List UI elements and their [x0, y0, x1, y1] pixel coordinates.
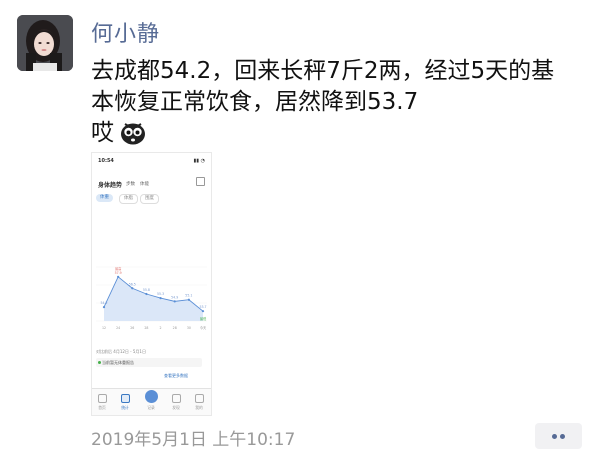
- segment-bodyfat: 体脂: [119, 194, 138, 204]
- subtab: 体能: [140, 182, 149, 187]
- tab-discover: 发现: [168, 394, 184, 411]
- author-name[interactable]: 何小静: [91, 16, 160, 48]
- more-dot-icon: [552, 434, 557, 439]
- attached-screenshot-image[interactable]: 10:54 ▮▮ ◔ 身体趋势 步数 体能 体重 体脂 围度 54.2 12 57.…: [91, 152, 212, 416]
- shocked-face-emoji-icon: [120, 121, 146, 154]
- more-data-link: 查看更多数据: [164, 373, 188, 378]
- chart-point: [102, 305, 106, 309]
- data-label: 57.9: [115, 271, 122, 275]
- peak-label: 最高: [115, 266, 121, 271]
- post-text: 去成都54.2，回来长秤7斤2两，经过5天的基 本恢复正常饮食，居然降到53.7…: [91, 56, 591, 154]
- post-text-line-3: 哎: [91, 120, 114, 146]
- x-tick-label: 12: [102, 326, 106, 330]
- tip-text: 当前暂无体重报告: [96, 358, 202, 367]
- chart-point: [131, 287, 134, 290]
- tab-label: 发现: [172, 405, 180, 410]
- plus-icon: [144, 390, 158, 403]
- post-text-line: 哎: [91, 118, 591, 154]
- avatar-photo: [17, 15, 73, 71]
- segment-girth: 围度: [140, 194, 159, 204]
- x-tick-label: 30: [187, 326, 191, 330]
- data-label: 55.1: [185, 294, 192, 298]
- tab-label: 记录: [147, 405, 155, 410]
- data-label: 55.3: [157, 292, 164, 296]
- x-tick-label: 24: [116, 326, 120, 330]
- chart-icon: [120, 394, 130, 403]
- weight-trend-chart: 54.2 12 57.9 24 56.5 26 55.8 28 55.3 2 54.9 28 55.1 3…: [96, 266, 207, 330]
- chart-point: [201, 310, 205, 313]
- tab-label: 首页: [98, 405, 106, 410]
- data-label: 56.5: [129, 282, 136, 286]
- signal-icon: ▮▮ ◔: [193, 158, 205, 164]
- status-time: 10:54: [98, 158, 114, 164]
- post-text-line: 本恢复正常饮食，居然降到53.7: [91, 89, 419, 115]
- more-dot-icon: [560, 434, 565, 439]
- x-tick-label: 2: [160, 326, 162, 330]
- chart-point: [173, 300, 176, 303]
- x-tick-label: 26: [130, 326, 134, 330]
- share-icon: [196, 177, 205, 186]
- chart-point: [117, 275, 120, 278]
- range-text: 对比前后 4月12日 - 5月1日: [96, 349, 146, 354]
- avatar[interactable]: [17, 15, 73, 71]
- tab-label: 我的: [195, 405, 203, 410]
- tab-home: 首页: [94, 394, 110, 411]
- data-label: 53.7: [199, 305, 206, 309]
- x-tick-label: 今天: [200, 325, 207, 330]
- tab-bar: 首页 统计 记录 发现 我的: [92, 388, 211, 415]
- page-title: 身体趋势: [98, 182, 123, 189]
- home-icon: [97, 394, 107, 403]
- tab-record: 记录: [143, 390, 159, 411]
- subtab: 步数: [126, 182, 135, 187]
- post-text-line: 去成都54.2，回来长秤7斤2两，经过5天的基: [91, 58, 555, 84]
- chart-point: [145, 292, 148, 296]
- data-label: 54.2: [100, 301, 107, 305]
- chart-point: [159, 296, 162, 300]
- tab-label: 统计: [121, 405, 129, 410]
- more-options-button[interactable]: [535, 423, 582, 449]
- tab-stats: 统计: [117, 394, 133, 411]
- post-timestamp: 2019年5月1日 上午10:17: [91, 430, 296, 450]
- x-tick-label: 28: [144, 326, 148, 330]
- min-label: 最低: [200, 316, 207, 321]
- x-tick-label: 28: [173, 326, 177, 330]
- data-label: 55.8: [143, 288, 150, 292]
- data-label: 54.9: [171, 295, 178, 299]
- tab-me: 我的: [191, 394, 207, 411]
- segment-weight: 体重: [96, 194, 113, 202]
- user-icon: [194, 394, 204, 403]
- chart-point: [187, 298, 190, 301]
- compass-icon: [171, 394, 181, 403]
